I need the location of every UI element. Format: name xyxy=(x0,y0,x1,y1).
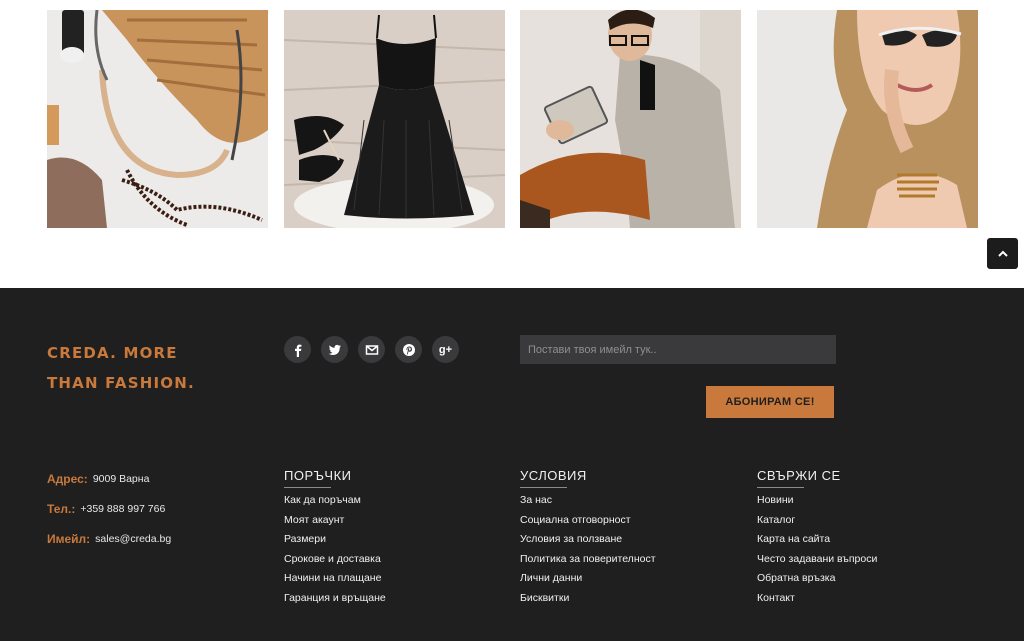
footer-column-contact: СВЪРЖИ СЕ Новини Каталог Карта на сайта … xyxy=(757,468,957,611)
facebook-icon[interactable] xyxy=(284,336,311,363)
footer-link[interactable]: За нас xyxy=(520,494,720,514)
phone-value[interactable]: +359 888 997 766 xyxy=(80,502,165,515)
footer-link[interactable]: Социална отговорност xyxy=(520,514,720,534)
back-to-top-button[interactable] xyxy=(987,238,1018,269)
contact-info: Адрес: 9009 Варна Тел.: +359 888 997 766… xyxy=(47,472,171,562)
footer-link[interactable]: Каталог xyxy=(757,514,957,534)
email-label: Имейл: xyxy=(47,532,91,546)
footer-link[interactable]: Условия за ползване xyxy=(520,533,720,553)
address-label: Адрес: xyxy=(47,472,88,486)
mail-icon[interactable] xyxy=(358,336,385,363)
column-title: СВЪРЖИ СЕ xyxy=(757,468,841,483)
address-value: 9009 Варна xyxy=(92,473,150,485)
twitter-icon[interactable] xyxy=(321,336,348,363)
column-title: УСЛОВИЯ xyxy=(520,468,587,483)
gallery-item-dress[interactable] xyxy=(284,10,505,228)
footer-link[interactable]: Начини на плащане xyxy=(284,572,484,592)
gallery-item-man[interactable] xyxy=(520,10,741,228)
black-dress-photo xyxy=(284,10,505,228)
site-footer: CREDA. MORE THAN FASHION. g+ АБОНИРАМ СЕ… xyxy=(0,288,1024,641)
subscribe-button[interactable]: АБОНИРАМ СЕ! xyxy=(706,386,834,418)
footer-link[interactable]: Новини xyxy=(757,494,957,514)
email-row: Имейл: sales@creda.bg xyxy=(47,532,171,562)
footer-brand: CREDA. MORE THAN FASHION. xyxy=(47,338,247,398)
brand-line-2: THAN FASHION. xyxy=(47,374,195,392)
title-underline xyxy=(520,487,567,488)
bag-shoes-photo xyxy=(47,10,268,228)
title-underline xyxy=(284,487,331,488)
footer-column-orders: ПОРЪЧКИ Как да поръчам Моят акаунт Разме… xyxy=(284,468,484,611)
social-links: g+ xyxy=(284,336,459,363)
footer-link[interactable]: Срокове и доставка xyxy=(284,553,484,573)
chevron-up-icon xyxy=(997,250,1008,257)
gallery-item-woman[interactable] xyxy=(757,10,978,228)
footer-link[interactable]: Размери xyxy=(284,533,484,553)
footer-link[interactable]: Лични данни xyxy=(520,572,720,592)
footer-link[interactable]: Обратна връзка xyxy=(757,572,957,592)
footer-link[interactable]: Политика за поверителност xyxy=(520,553,720,573)
footer-link[interactable]: Как да поръчам xyxy=(284,494,484,514)
gallery-item-bag[interactable] xyxy=(47,10,268,228)
footer-column-terms: УСЛОВИЯ За нас Социална отговорност Усло… xyxy=(520,468,720,611)
footer-link[interactable]: Бисквитки xyxy=(520,592,720,612)
brand-line-1: CREDA. MORE xyxy=(47,344,178,362)
newsletter-email-input[interactable] xyxy=(520,335,836,364)
footer-link[interactable]: Гаранция и връщане xyxy=(284,592,484,612)
footer-link[interactable]: Често задавани въпроси xyxy=(757,553,957,573)
column-title: ПОРЪЧКИ xyxy=(284,468,352,483)
footer-link[interactable]: Карта на сайта xyxy=(757,533,957,553)
title-underline xyxy=(757,487,804,488)
address-row: Адрес: 9009 Варна xyxy=(47,472,171,502)
man-radio-photo xyxy=(520,10,741,228)
email-value[interactable]: sales@creda.bg xyxy=(95,532,171,545)
phone-label: Тел.: xyxy=(47,502,76,516)
footer-link[interactable]: Моят акаунт xyxy=(284,514,484,534)
footer-link[interactable]: Контакт xyxy=(757,592,957,612)
product-gallery xyxy=(0,0,1024,288)
google-plus-icon[interactable]: g+ xyxy=(432,336,459,363)
woman-sunglasses-photo xyxy=(757,10,978,228)
google-plus-text: g+ xyxy=(438,343,453,356)
pinterest-icon[interactable] xyxy=(395,336,422,363)
phone-row: Тел.: +359 888 997 766 xyxy=(47,502,171,532)
